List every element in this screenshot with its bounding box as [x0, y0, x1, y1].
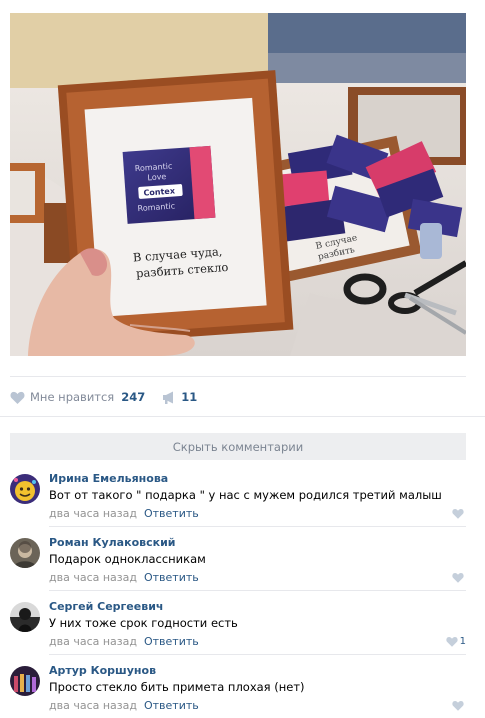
heart-icon [452, 509, 464, 519]
share-button[interactable]: 11 [162, 390, 197, 404]
comment-like-button[interactable] [452, 572, 466, 583]
avatar[interactable] [10, 538, 40, 568]
comment-time[interactable]: два часа назад [49, 507, 137, 520]
comment-like-count: 1 [459, 636, 466, 647]
comment-meta: два часа назад Ответить [49, 571, 199, 584]
heart-icon [452, 573, 464, 583]
photo-illustration: В случае разбить Romantic Love Contex Ro… [10, 13, 466, 356]
like-button[interactable]: Мне нравится 247 [10, 390, 145, 404]
comment-divider [49, 654, 466, 655]
like-count: 247 [121, 390, 146, 404]
comment-time[interactable]: два часа назад [49, 699, 137, 712]
comment-item: Роман Кулаковский Подарок одноклассникам… [10, 534, 466, 590]
comment-text: Подарок одноклассникам [49, 552, 206, 566]
divider-actions [0, 416, 485, 417]
comment-author[interactable]: Артур Коршунов [49, 664, 156, 677]
comment-meta: два часа назад Ответить [49, 507, 199, 520]
package-line2: Love [147, 172, 167, 182]
comment-like-button[interactable] [452, 700, 466, 711]
reply-button[interactable]: Ответить [144, 699, 199, 712]
heart-icon [452, 701, 464, 711]
comment-text: Просто стекло бить примета плохая (нет) [49, 680, 305, 694]
avatar[interactable] [10, 602, 40, 632]
comment-meta: два часа назад Ответить [49, 699, 199, 712]
comment-time[interactable]: два часа назад [49, 571, 137, 584]
post-actions: Мне нравится 247 11 [10, 388, 197, 406]
comment-like-button[interactable] [452, 508, 466, 519]
megaphone-icon [163, 391, 174, 404]
heart-icon [445, 637, 458, 647]
hide-comments-button[interactable]: Скрыть комментарии [10, 433, 466, 460]
heart-icon [10, 391, 25, 404]
comment-item: Сергей Сергеевич У них тоже срок годност… [10, 598, 466, 654]
reply-button[interactable]: Ответить [144, 571, 199, 584]
comment-author[interactable]: Ирина Емельянова [49, 472, 168, 485]
like-label: Мне нравится [30, 390, 115, 404]
comment-author[interactable]: Роман Кулаковский [49, 536, 176, 549]
post-photo[interactable]: В случае разбить Romantic Love Contex Ro… [10, 13, 466, 356]
comment-like-button[interactable]: 1 [445, 636, 466, 647]
comment-meta: два часа назад Ответить [49, 635, 199, 648]
avatar[interactable] [10, 666, 40, 696]
reply-button[interactable]: Ответить [144, 635, 199, 648]
comment-divider [49, 590, 466, 591]
divider-top [10, 376, 466, 377]
comment-item: Артур Коршунов Просто стекло бить примет… [10, 662, 466, 718]
share-count: 11 [181, 390, 198, 404]
comment-time[interactable]: два часа назад [49, 635, 137, 648]
comment-text: У них тоже срок годности есть [49, 616, 238, 630]
comment-text: Вот от такого " подарка " у нас с мужем … [49, 488, 442, 502]
comment-item: Ирина Емельянова Вот от такого " подарка… [10, 470, 466, 526]
reply-button[interactable]: Ответить [144, 507, 199, 520]
comment-author[interactable]: Сергей Сергеевич [49, 600, 163, 613]
avatar[interactable] [10, 474, 40, 504]
comment-divider [49, 526, 466, 527]
